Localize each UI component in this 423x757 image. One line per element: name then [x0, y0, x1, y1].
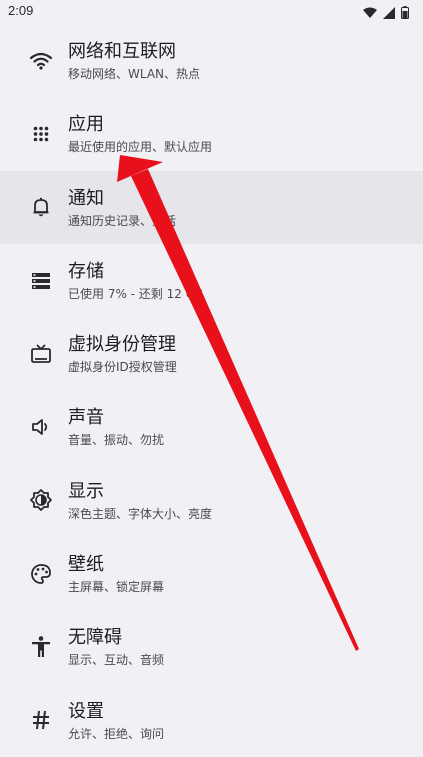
settings-item-settings[interactable]: 设置 允许、拒绝、询问	[0, 684, 423, 757]
hash-icon	[28, 707, 54, 733]
settings-item-virtual-identity[interactable]: 虚拟身份管理 虚拟身份ID授权管理	[0, 317, 423, 390]
settings-item-subtitle: 显示、互动、音频	[68, 653, 165, 668]
brightness-icon	[28, 487, 54, 513]
settings-item-sound[interactable]: 声音 音量、振动、勿扰	[0, 390, 423, 463]
settings-item-title: 声音	[68, 407, 104, 429]
settings-item-title: 网络和互联网	[68, 41, 176, 62]
speaker-icon	[28, 414, 54, 440]
settings-item-subtitle: 主屏幕、锁定屏幕	[68, 580, 165, 595]
settings-item-subtitle: 深色主题、字体大小、亮度	[68, 506, 213, 521]
settings-list: 网络和互联网 移动网络、WLAN、热点 应用 最近使用的应用、默认应用 通知 通…	[0, 24, 423, 757]
settings-item-apps[interactable]: 应用 最近使用的应用、默认应用	[0, 97, 423, 170]
settings-item-notifications[interactable]: 通知 通知历史记录、对话	[0, 170, 423, 244]
settings-item-subtitle: 通知历史记录、对话	[68, 213, 177, 228]
storage-icon	[28, 268, 54, 294]
settings-item-accessibility[interactable]: 无障碍 显示、互动、音频	[0, 610, 423, 683]
settings-item-title: 应用	[68, 114, 104, 136]
battery-icon	[401, 4, 409, 23]
settings-item-subtitle: 最近使用的应用、默认应用	[68, 140, 213, 155]
settings-item-title: 存储	[68, 260, 104, 282]
status-bar: 2:09	[0, 0, 423, 24]
status-icons	[363, 4, 409, 23]
settings-item-subtitle: 音量、振动、勿扰	[68, 433, 165, 448]
wifi-signal-icon	[363, 4, 377, 23]
settings-item-storage[interactable]: 存储 已使用 7% - 还剩 12 GB	[0, 244, 423, 317]
tv-icon	[28, 341, 54, 367]
wifi-icon	[28, 48, 54, 74]
apps-grid-icon	[28, 121, 54, 147]
settings-item-subtitle: 允许、拒绝、询问	[68, 726, 165, 741]
settings-item-subtitle: 已使用 7% - 还剩 12 GB	[68, 286, 204, 301]
settings-item-subtitle: 虚拟身份ID授权管理	[68, 360, 177, 375]
settings-item-title: 壁纸	[68, 554, 104, 576]
settings-item-title: 设置	[68, 700, 104, 722]
status-time: 2:09	[8, 3, 34, 18]
settings-item-title: 通知	[68, 187, 104, 209]
settings-item-wallpaper[interactable]: 壁纸 主屏幕、锁定屏幕	[0, 537, 423, 610]
settings-item-subtitle: 移动网络、WLAN、热点	[68, 67, 201, 81]
settings-item-title: 无障碍	[68, 627, 122, 649]
bell-icon	[28, 194, 54, 220]
settings-item-display[interactable]: 显示 深色主题、字体大小、亮度	[0, 464, 423, 537]
palette-icon	[28, 561, 54, 587]
cell-signal-icon	[383, 4, 395, 23]
settings-item-title: 虚拟身份管理	[68, 334, 176, 356]
accessibility-icon	[28, 634, 54, 660]
settings-item-title: 显示	[68, 480, 104, 502]
settings-item-network[interactable]: 网络和互联网 移动网络、WLAN、热点	[0, 24, 423, 97]
